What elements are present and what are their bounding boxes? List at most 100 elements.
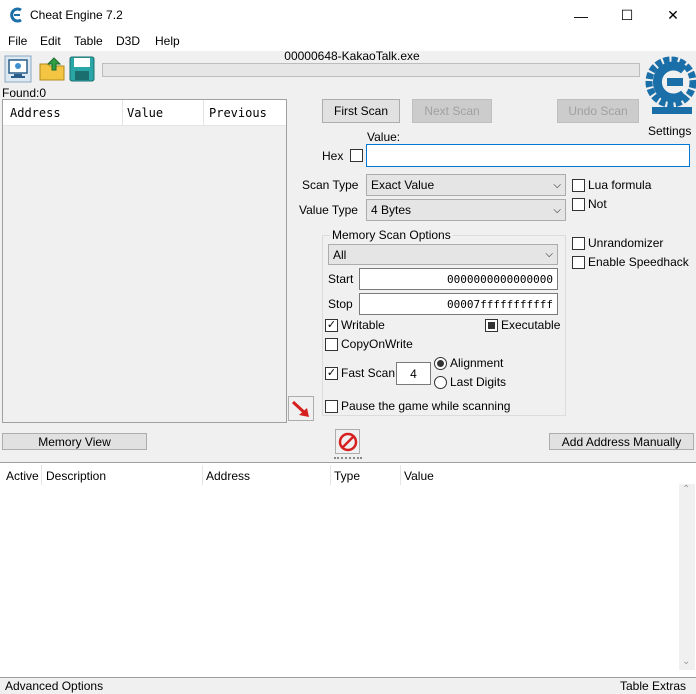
last-digits-label: Last Digits <box>450 375 507 389</box>
minimize-icon: — <box>574 7 588 24</box>
settings-logo-button[interactable] <box>644 52 696 116</box>
memory-region-select[interactable]: All ⌵ <box>328 244 558 265</box>
indeterminate-icon <box>488 322 495 329</box>
fast-scan-alignment-input[interactable]: 4 <box>396 362 431 385</box>
maximize-button[interactable]: ☐ <box>604 0 650 31</box>
column-value[interactable]: Value <box>127 106 163 120</box>
maximize-icon: ☐ <box>620 7 634 23</box>
lua-formula-checkbox[interactable] <box>572 179 585 192</box>
lua-formula-label: Lua formula <box>588 178 652 192</box>
chevron-down-icon: ⌵ <box>553 179 561 191</box>
hex-label: Hex <box>322 149 344 163</box>
stop-icon <box>338 432 357 451</box>
fast-scan-label: Fast Scan <box>341 366 396 380</box>
address-list[interactable]: Active Description Address Type Value <box>0 462 696 678</box>
copy-on-write-label: CopyOnWrite <box>341 337 413 351</box>
scroll-up-icon[interactable]: ⌃ <box>682 484 690 495</box>
column-active[interactable]: Active <box>6 469 39 483</box>
table-extras-link[interactable]: Table Extras <box>620 679 686 693</box>
value-type-value: 4 Bytes <box>371 203 412 217</box>
found-count: Found:0 <box>2 86 47 100</box>
value-label: Value: <box>367 130 401 144</box>
add-selected-to-list-button[interactable] <box>288 396 314 421</box>
menu-table[interactable]: Table <box>74 34 103 48</box>
first-scan-button[interactable]: First Scan <box>322 99 400 123</box>
check-icon: ✓ <box>326 367 337 379</box>
save-icon <box>69 56 95 82</box>
status-bar: Advanced Options Table Extras <box>0 678 696 694</box>
check-icon: ✓ <box>326 319 337 331</box>
stop-label: Stop <box>328 297 353 311</box>
menu-edit[interactable]: Edit <box>40 34 61 48</box>
menu-help[interactable]: Help <box>155 34 180 48</box>
alignment-label: Alignment <box>450 356 504 370</box>
memory-view-button[interactable]: Memory View <box>2 433 147 450</box>
clear-list-button[interactable] <box>335 429 360 454</box>
menu-file[interactable]: File <box>8 34 27 48</box>
next-scan-button[interactable]: Next Scan <box>412 99 492 123</box>
red-arrow-icon <box>291 400 309 417</box>
minimize-button[interactable]: — <box>558 0 604 31</box>
window-title: Cheat Engine 7.2 <box>30 8 123 22</box>
column-address[interactable]: Address <box>206 469 250 483</box>
scan-results-list[interactable]: Address Value Previous <box>2 99 287 423</box>
column-description[interactable]: Description <box>46 469 106 483</box>
stop-address-input[interactable]: 00007fffffffffff <box>359 293 558 315</box>
add-address-manually-button[interactable]: Add Address Manually <box>549 433 694 450</box>
executable-label: Executable <box>501 318 561 332</box>
open-file-button[interactable] <box>38 55 66 83</box>
value-type-label: Value Type <box>299 203 358 217</box>
column-divider <box>41 465 42 485</box>
advanced-options-link[interactable]: Advanced Options <box>5 679 103 693</box>
unrandomizer-checkbox[interactable] <box>572 237 585 250</box>
start-label: Start <box>328 272 354 286</box>
writable-label: Writable <box>341 318 385 332</box>
settings-label[interactable]: Settings <box>648 124 691 138</box>
open-file-icon <box>39 57 65 81</box>
value-input[interactable] <box>366 144 690 167</box>
value-type-select[interactable]: 4 Bytes ⌵ <box>366 199 566 221</box>
close-icon: ✕ <box>667 7 679 23</box>
undo-scan-button[interactable]: Undo Scan <box>557 99 639 123</box>
alignment-radio[interactable] <box>434 357 447 370</box>
scroll-down-icon[interactable]: ⌄ <box>682 656 690 667</box>
column-divider <box>203 100 204 126</box>
memory-scan-options-title: Memory Scan Options <box>330 228 453 242</box>
app-icon <box>8 7 24 26</box>
column-address[interactable]: Address <box>10 106 61 120</box>
start-address-input[interactable]: 0000000000000000 <box>359 268 558 290</box>
scan-type-label: Scan Type <box>302 178 359 192</box>
speedhack-label: Enable Speedhack <box>588 255 689 269</box>
last-digits-radio[interactable] <box>434 376 447 389</box>
unrandomizer-label: Unrandomizer <box>588 236 664 250</box>
scan-progress-bar <box>102 63 640 77</box>
save-button[interactable] <box>68 55 96 83</box>
pause-game-label: Pause the game while scanning <box>341 399 511 413</box>
splitter-handle[interactable] <box>334 457 362 460</box>
fast-scan-checkbox[interactable]: ✓ <box>325 367 338 380</box>
radio-selected-icon <box>437 360 444 367</box>
address-list-scrollbar[interactable]: ⌃ ⌄ <box>679 484 695 670</box>
title-bar[interactable]: Cheat Engine 7.2 — ☐ ✕ <box>0 0 696 31</box>
pause-game-checkbox[interactable] <box>325 400 338 413</box>
scan-type-select[interactable]: Exact Value ⌵ <box>366 174 566 196</box>
speedhack-checkbox[interactable] <box>572 256 585 269</box>
open-process-icon <box>4 55 32 83</box>
hex-checkbox[interactable] <box>350 149 363 162</box>
open-process-button[interactable] <box>4 55 32 83</box>
column-value[interactable]: Value <box>404 469 434 483</box>
not-checkbox[interactable] <box>572 198 585 211</box>
executable-checkbox[interactable] <box>485 319 498 332</box>
chevron-down-icon: ⌵ <box>553 204 561 216</box>
column-divider <box>400 465 401 485</box>
close-button[interactable]: ✕ <box>650 0 696 31</box>
column-type[interactable]: Type <box>334 469 360 483</box>
not-label: Not <box>588 197 607 211</box>
scan-results-header: Address Value Previous <box>3 100 286 126</box>
column-previous[interactable]: Previous <box>209 106 267 120</box>
menu-d3d[interactable]: D3D <box>116 34 140 48</box>
copy-on-write-checkbox[interactable] <box>325 338 338 351</box>
column-divider <box>202 465 203 485</box>
column-divider <box>330 465 331 485</box>
writable-checkbox[interactable]: ✓ <box>325 319 338 332</box>
